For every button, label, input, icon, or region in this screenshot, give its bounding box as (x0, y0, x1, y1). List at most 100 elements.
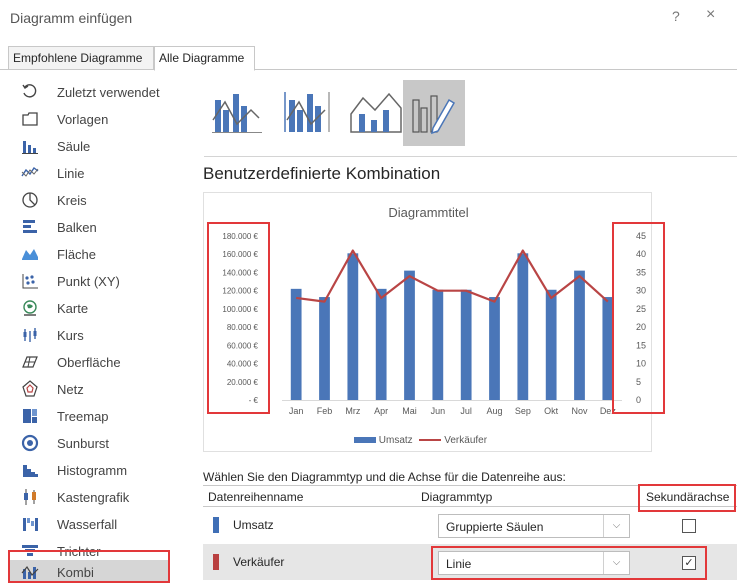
sunburst-icon (20, 434, 40, 454)
sidebar-item-stock[interactable]: Kurs (20, 323, 190, 349)
sidebar-item-radar[interactable]: Netz (20, 377, 190, 403)
clustered-column-line-icon[interactable] (207, 80, 269, 146)
sidebar-item-label: Karte (57, 301, 89, 316)
sidebar-item-bar[interactable]: Balken (20, 215, 190, 241)
y-tick-label-secondary: 20 (636, 322, 646, 332)
waterfall-icon (20, 515, 40, 535)
folder-icon (20, 110, 40, 130)
combo-chart-icon (20, 563, 40, 583)
section-divider (204, 156, 737, 157)
chart-plot: 180.000 € 160.000 € 140.000 € 120.000 € 100.… (222, 231, 646, 416)
sidebar-item-pie[interactable]: Kreis (20, 188, 190, 214)
x-tick-label: Jun (431, 406, 446, 416)
sidebar-item-templates[interactable]: Vorlagen (20, 107, 190, 133)
dialog-title: Diagramm einfügen (10, 10, 133, 26)
x-tick-label: Aug (486, 406, 502, 416)
sidebar-item-column[interactable]: Säule (20, 134, 190, 160)
chart-type-value: Gruppierte Säulen (446, 520, 544, 534)
y-tick-label-primary: - € (249, 396, 259, 405)
legend-label-verkaeufer: Verkäufer (444, 435, 488, 446)
sidebar-item-surface[interactable]: Oberfläche (20, 350, 190, 376)
clustered-column-line-secondary-icon[interactable] (275, 80, 337, 146)
chevron-down-icon[interactable]: ⌵ (603, 515, 629, 537)
surface-chart-icon (20, 353, 40, 373)
bar-umsatz (404, 270, 415, 400)
x-tick-label: Mai (402, 406, 417, 416)
sidebar-item-label: Trichter (57, 544, 101, 559)
y-tick-label-primary: 140.000 € (222, 268, 258, 277)
sidebar-item-label: Fläche (57, 247, 97, 262)
bar-umsatz (489, 297, 500, 400)
y-tick-label-secondary: 25 (636, 304, 646, 314)
bar-umsatz (347, 253, 359, 400)
bar-umsatz (602, 297, 614, 400)
sidebar-item-box-whisker[interactable]: Kastengrafik (20, 485, 190, 511)
series-name: Verkäufer (233, 555, 285, 569)
sidebar-item-label: Kastengrafik (57, 490, 130, 505)
bar-umsatz (432, 289, 444, 400)
stacked-area-column-icon[interactable] (345, 80, 407, 146)
x-tick-label: Feb (317, 406, 333, 416)
line-verkaeufer (296, 249, 609, 303)
bar-umsatz (574, 270, 585, 400)
sidebar-item-label: Kurs (57, 328, 84, 343)
y-tick-label-secondary: 30 (636, 286, 646, 296)
radar-chart-icon (20, 380, 40, 400)
header-series-name: Datenreihenname (208, 490, 304, 504)
sidebar-item-label: Vorlagen (57, 112, 109, 127)
secondary-axis-checkbox[interactable]: ✓ (682, 556, 696, 570)
sidebar-item-sunburst[interactable]: Sunburst (20, 431, 190, 457)
sidebar-item-combo[interactable]: Kombi (8, 560, 168, 583)
sidebar-item-area[interactable]: Fläche (20, 242, 190, 268)
sidebar-item-map[interactable]: Karte (20, 296, 190, 322)
custom-combination-icon[interactable] (403, 80, 465, 146)
series-table: Datenreihenname Diagrammtyp Sekundärachs… (203, 485, 737, 583)
y-tick-label-secondary: 5 (636, 377, 641, 387)
sidebar-item-treemap[interactable]: Treemap (20, 404, 190, 430)
close-button[interactable]: × (706, 6, 715, 24)
x-tick-label: Nov (571, 406, 588, 416)
legend-label-umsatz: Umsatz (378, 435, 413, 446)
header-secondary-axis: Sekundärachse (646, 490, 730, 504)
box-whisker-icon (20, 488, 40, 508)
y-tick-label-secondary: 10 (636, 359, 646, 369)
sidebar-item-waterfall[interactable]: Wasserfall (20, 512, 190, 538)
series-name: Umsatz (233, 518, 274, 532)
chart-type-value: Linie (446, 557, 472, 571)
tab-recommended-charts[interactable]: Empfohlene Diagramme (8, 46, 154, 70)
x-tick-label: Okt (544, 406, 559, 416)
x-tick-label: Mrz (345, 406, 360, 416)
chart-type-sidebar: Zuletzt verwendet Vorlagen Säule Linie K… (0, 74, 190, 583)
sidebar-item-recent[interactable]: Zuletzt verwendet (20, 80, 190, 106)
tab-all-charts[interactable]: Alle Diagramme (154, 46, 255, 71)
chart-preview: Diagrammtitel 180.000 €160.000 €140.000 … (203, 192, 652, 452)
x-tick-label: Jan (289, 406, 304, 416)
y-tick-label-secondary: 40 (636, 249, 646, 259)
sidebar-item-label: Balken (57, 220, 97, 235)
sidebar-item-line[interactable]: Linie (20, 161, 190, 187)
help-button[interactable]: ? (672, 8, 680, 24)
map-chart-icon (20, 299, 40, 319)
treemap-icon (20, 407, 40, 427)
sidebar-item-histogram[interactable]: Histogramm (20, 458, 190, 484)
series-row-umsatz: Umsatz Gruppierte Säulen ⌵ (203, 507, 737, 543)
y-tick-label-primary: 160.000 € (222, 250, 258, 259)
y-tick-label-secondary: 15 (636, 340, 646, 350)
sidebar-item-label: Punkt (XY) (57, 274, 120, 289)
sidebar-item-label: Kombi (57, 565, 94, 580)
bar-chart-icon (20, 218, 40, 238)
sidebar-item-label: Linie (57, 166, 85, 181)
column-chart-icon (20, 137, 40, 157)
chevron-down-icon[interactable]: ⌵ (603, 552, 629, 574)
chart-type-select[interactable]: Linie ⌵ (438, 551, 630, 575)
series-color-swatch (213, 517, 219, 533)
header-chart-type: Diagrammtyp (421, 490, 493, 504)
y-tick-label-primary: 120.000 € (222, 287, 258, 296)
sidebar-item-label: Zuletzt verwendet (57, 85, 160, 100)
secondary-axis-checkbox[interactable] (682, 519, 696, 533)
sidebar-item-scatter[interactable]: Punkt (XY) (20, 269, 190, 295)
chart-type-select[interactable]: Gruppierte Säulen ⌵ (438, 514, 630, 538)
x-tick-label: Apr (374, 406, 388, 416)
section-heading: Benutzerdefinierte Kombination (203, 164, 441, 183)
sidebar-item-label: Oberfläche (57, 355, 121, 370)
